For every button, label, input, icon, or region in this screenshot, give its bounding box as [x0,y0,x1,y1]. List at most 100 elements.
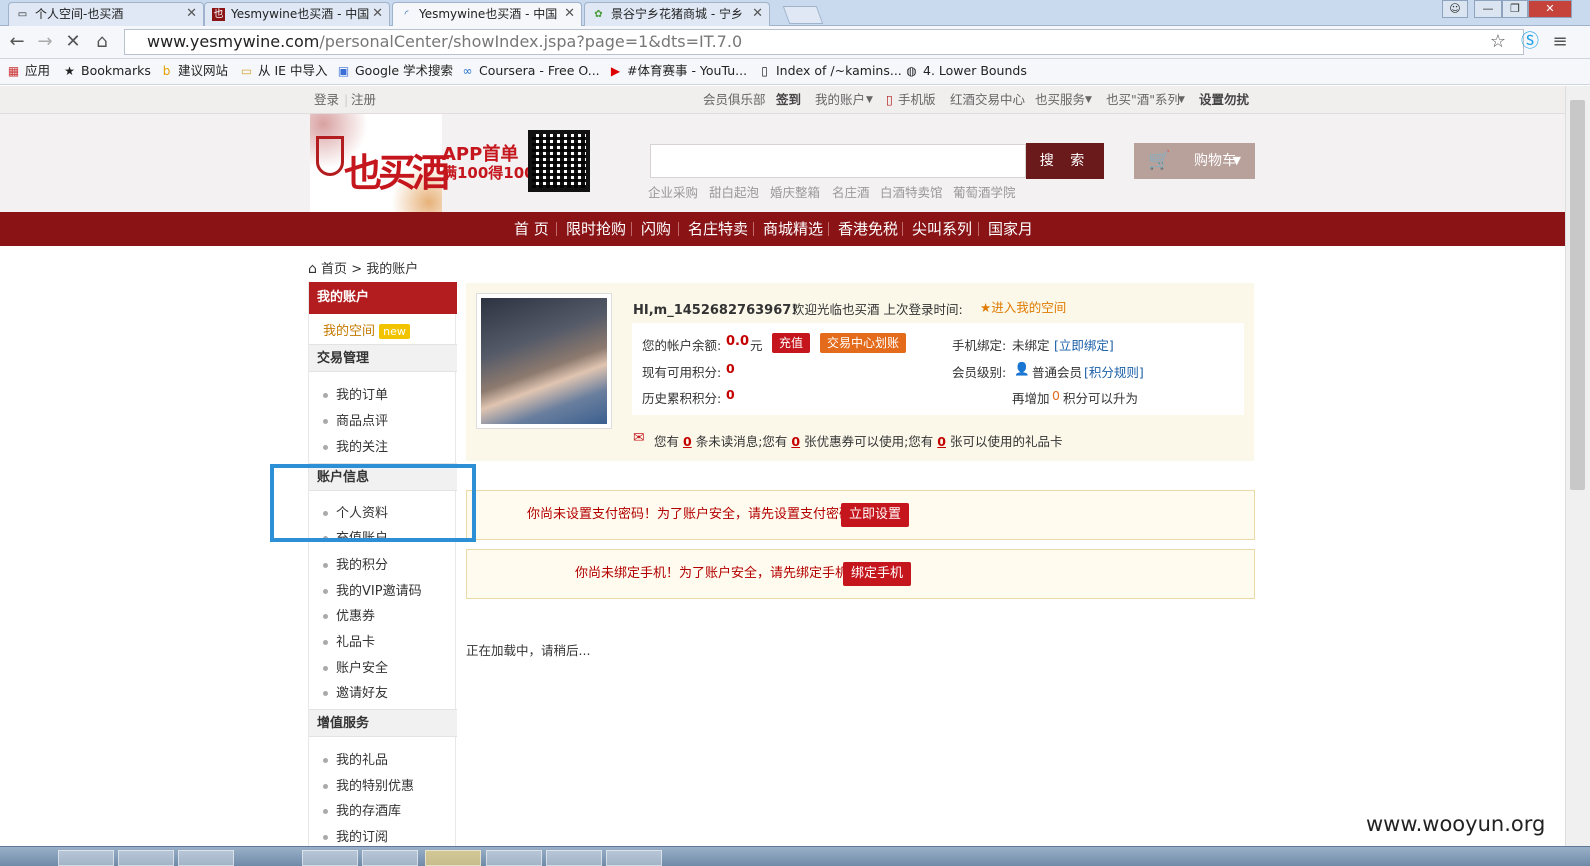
home-icon[interactable]: ⌂ [91,31,113,53]
wine-trading-link[interactable]: 红酒交易中心 [950,86,1025,114]
bind-phone-link[interactable]: [立即绑定] [1054,335,1114,354]
enter-space-link[interactable]: ★进入我的空间 [980,297,1066,316]
do-not-disturb-link[interactable]: 设置勿扰 [1199,86,1249,114]
menu-icon[interactable]: ≡ [1549,31,1571,53]
bookmark-coursera[interactable]: ∞ Coursera - Free O... [460,59,600,83]
cart-button[interactable]: 🛒 购物车 ▼ [1134,143,1255,179]
login-link[interactable]: 登录 [314,86,339,114]
nav-home[interactable]: 首 页 [514,212,549,246]
search-button[interactable]: 搜 索 [1026,143,1104,179]
page-scrollbar[interactable] [1565,86,1590,846]
taskbar-button[interactable] [118,850,174,866]
my-account-link[interactable]: 我的账户 [815,86,865,114]
taskbar-button[interactable] [362,850,418,866]
sidebar-item-reviews[interactable]: 商品点评 [323,410,388,429]
series-link[interactable]: 也买"酒"系列 [1106,86,1180,114]
bind-phone-button[interactable]: 绑定手机 [843,562,911,586]
close-icon[interactable]: ✕ [752,3,763,25]
checkin-link[interactable]: 签到 [776,86,801,114]
bookmark-youtube[interactable]: ▶ #体育赛事 - YouTu... [608,59,747,83]
sidebar-item-wine-cellar[interactable]: 我的存酒库 [323,800,401,819]
gift-card-count-link[interactable]: 0 [937,434,946,449]
points-rules-link[interactable]: [积分规则] [1084,362,1144,381]
sidebar-item-invite[interactable]: 邀请好友 [323,682,388,701]
mobile-link[interactable]: 手机版 [898,86,936,114]
nav-hk-duty-free[interactable]: 香港免税 [838,212,898,246]
taskbar-button[interactable] [546,850,602,866]
nav-scream-series[interactable]: 尖叫系列 [912,212,972,246]
hot-link[interactable]: 企业采购 [648,182,698,201]
bookmark-lower-bounds[interactable]: ◍ 4. Lower Bounds [904,59,1027,83]
sidebar-item-gifts[interactable]: 我的礼品 [323,749,388,768]
hot-link[interactable]: 葡萄酒学院 [953,182,1016,201]
hot-link[interactable]: 名庄酒 [832,182,870,201]
url-host: www.yesmywine.com [147,32,320,51]
window-close-icon[interactable]: ✕ [1528,0,1572,18]
breadcrumb-home[interactable]: 首页 [321,262,347,277]
skype-icon[interactable]: Ⓢ [1519,31,1541,53]
sidebar-item-coupons[interactable]: 优惠券 [323,605,375,624]
coupon-count-link[interactable]: 0 [791,434,800,449]
taskbar-button[interactable] [58,850,114,866]
stop-icon[interactable]: ✕ [62,31,84,53]
member-club-link[interactable]: 会员俱乐部 [703,86,766,114]
bookmark-star-icon[interactable]: ☆ [1487,31,1509,53]
app-promo[interactable]: APP首单 满100得100 [440,140,535,186]
sidebar-item-points[interactable]: 我的积分 [323,554,388,573]
back-icon[interactable]: ← [6,31,28,53]
taskbar-button[interactable] [606,850,662,866]
search-input[interactable] [650,144,1026,178]
nav-quick-buy[interactable]: 闪购 [641,212,671,246]
close-icon[interactable]: ✕ [186,3,197,25]
maximize-icon[interactable]: ❐ [1502,0,1528,18]
bookmark-apps[interactable]: ▦ 应用 [6,59,50,83]
browser-tab-4[interactable]: ✿ 景谷宁乡花猪商城 - 宁乡 ✕ [584,2,770,26]
bookmark-bookmarks[interactable]: ★ Bookmarks [62,59,151,83]
unread-count-link[interactable]: 0 [683,434,692,449]
taskbar-button[interactable] [178,850,234,866]
sidebar-item-my-space[interactable]: 我的空间 new [323,320,410,339]
avatar[interactable] [481,298,607,424]
address-bar[interactable]: www.yesmywine.com/personalCenter/showInd… [124,29,1524,55]
browser-tab-3[interactable]: ◜ Yesmywine也买酒 - 中国 ✕ [392,2,582,26]
scroll-thumb[interactable] [1570,100,1585,490]
close-icon[interactable]: ✕ [564,3,575,25]
recharge-button[interactable]: 充值 [772,333,810,353]
hot-link[interactable]: 白酒特卖馆 [880,182,943,201]
set-password-button[interactable]: 立即设置 [841,503,909,527]
user-icon[interactable]: ☺ [1442,0,1468,18]
taskbar-button[interactable] [486,850,542,866]
sidebar-item-special-offers[interactable]: 我的特别优惠 [323,775,414,794]
bookmark-index[interactable]: ▯ Index of /~kamins... [757,59,902,83]
bookmark-ie-import[interactable]: ▭ 从 IE 中导入 [239,59,328,83]
nav-flash-sale[interactable]: 限时抢购 [566,212,626,246]
bookmark-suggested[interactable]: b 建议网站 [159,59,228,83]
hot-link[interactable]: 甜白起泡 [709,182,759,201]
sidebar-item-vip-code[interactable]: 我的VIP邀请码 [323,580,422,599]
sidebar-item-follows[interactable]: 我的关注 [323,436,388,455]
taskbar-button-active[interactable] [425,850,481,866]
bullet-icon [323,393,328,398]
nav-mall-selection[interactable]: 商城精选 [763,212,823,246]
nav-estate-sale[interactable]: 名庄特卖 [688,212,748,246]
hot-link[interactable]: 婚庆整箱 [770,182,820,201]
watermark: www.wooyun.org [1366,812,1546,836]
sidebar-item-security[interactable]: 账户安全 [323,657,388,676]
services-link[interactable]: 也买服务 [1035,86,1085,114]
new-tab-button[interactable] [782,6,824,24]
transfer-button[interactable]: 交易中心划账 [820,333,906,353]
browser-tab-2[interactable]: 也 Yesmywine也买酒 - 中国 ✕ [204,2,390,26]
browser-tab-1[interactable]: ▭ 个人空间-也买酒 ✕ [8,2,204,26]
sidebar-item-subscriptions[interactable]: 我的订阅 [323,826,388,845]
bullet-icon [323,809,328,814]
minimize-icon[interactable]: — [1474,0,1502,18]
sidebar-item-orders[interactable]: 我的订单 [323,384,388,403]
bookmark-scholar[interactable]: ▣ Google 学术搜索 [336,59,453,83]
site-logo[interactable]: 也买酒 [310,114,450,212]
forward-icon[interactable]: → [34,31,56,53]
register-link[interactable]: 注册 [351,86,376,114]
nav-country-month[interactable]: 国家月 [988,212,1033,246]
taskbar-button[interactable] [302,850,358,866]
close-icon[interactable]: ✕ [372,3,383,25]
sidebar-item-gift-cards[interactable]: 礼品卡 [323,631,375,650]
